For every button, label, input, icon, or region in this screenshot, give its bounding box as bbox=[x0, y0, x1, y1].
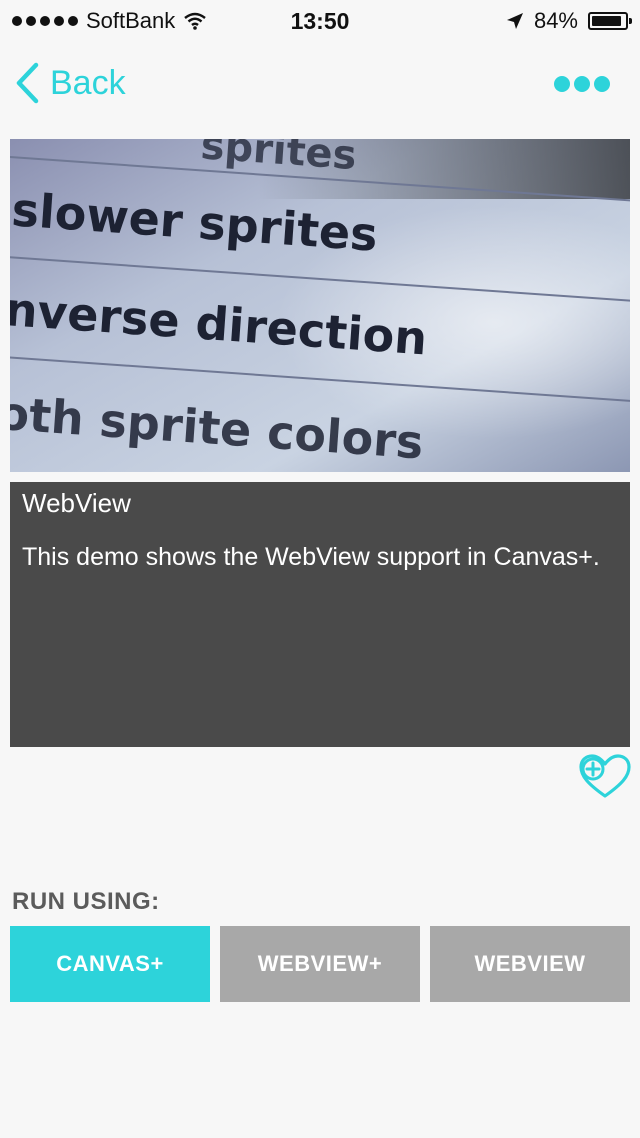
description-card: WebView This demo shows the WebView supp… bbox=[10, 482, 630, 747]
heart-plus-icon bbox=[579, 754, 631, 798]
run-webview-plus-button[interactable]: WEBVIEW+ bbox=[220, 926, 420, 1002]
battery-icon bbox=[588, 12, 632, 30]
run-options: CANVAS+ WEBVIEW+ WEBVIEW bbox=[10, 926, 630, 1002]
demo-description: This demo shows the WebView support in C… bbox=[22, 543, 600, 571]
run-webview-button[interactable]: WEBVIEW bbox=[430, 926, 630, 1002]
demo-screenshot-image: sprites slower sprites nverse direction … bbox=[10, 139, 630, 472]
location-arrow-icon bbox=[506, 13, 523, 29]
back-button[interactable]: Back bbox=[14, 62, 126, 104]
status-bar: SoftBank 13:50 84% bbox=[0, 0, 640, 42]
run-using-label: RUN USING: bbox=[12, 888, 160, 915]
more-dots-icon bbox=[554, 76, 570, 92]
nav-bar: Back bbox=[0, 42, 640, 130]
hero-photo: sprites slower sprites nverse direction … bbox=[10, 139, 630, 472]
demo-title: WebView bbox=[22, 488, 131, 518]
favorite-button[interactable] bbox=[578, 754, 632, 800]
more-options-button[interactable] bbox=[554, 76, 610, 92]
chevron-left-icon bbox=[16, 62, 39, 104]
battery-fill bbox=[592, 16, 621, 26]
status-right: 84% bbox=[506, 8, 632, 34]
battery-percent: 84% bbox=[533, 8, 578, 33]
run-canvas-plus-button[interactable]: CANVAS+ bbox=[10, 926, 210, 1002]
back-label: Back bbox=[50, 63, 126, 102]
